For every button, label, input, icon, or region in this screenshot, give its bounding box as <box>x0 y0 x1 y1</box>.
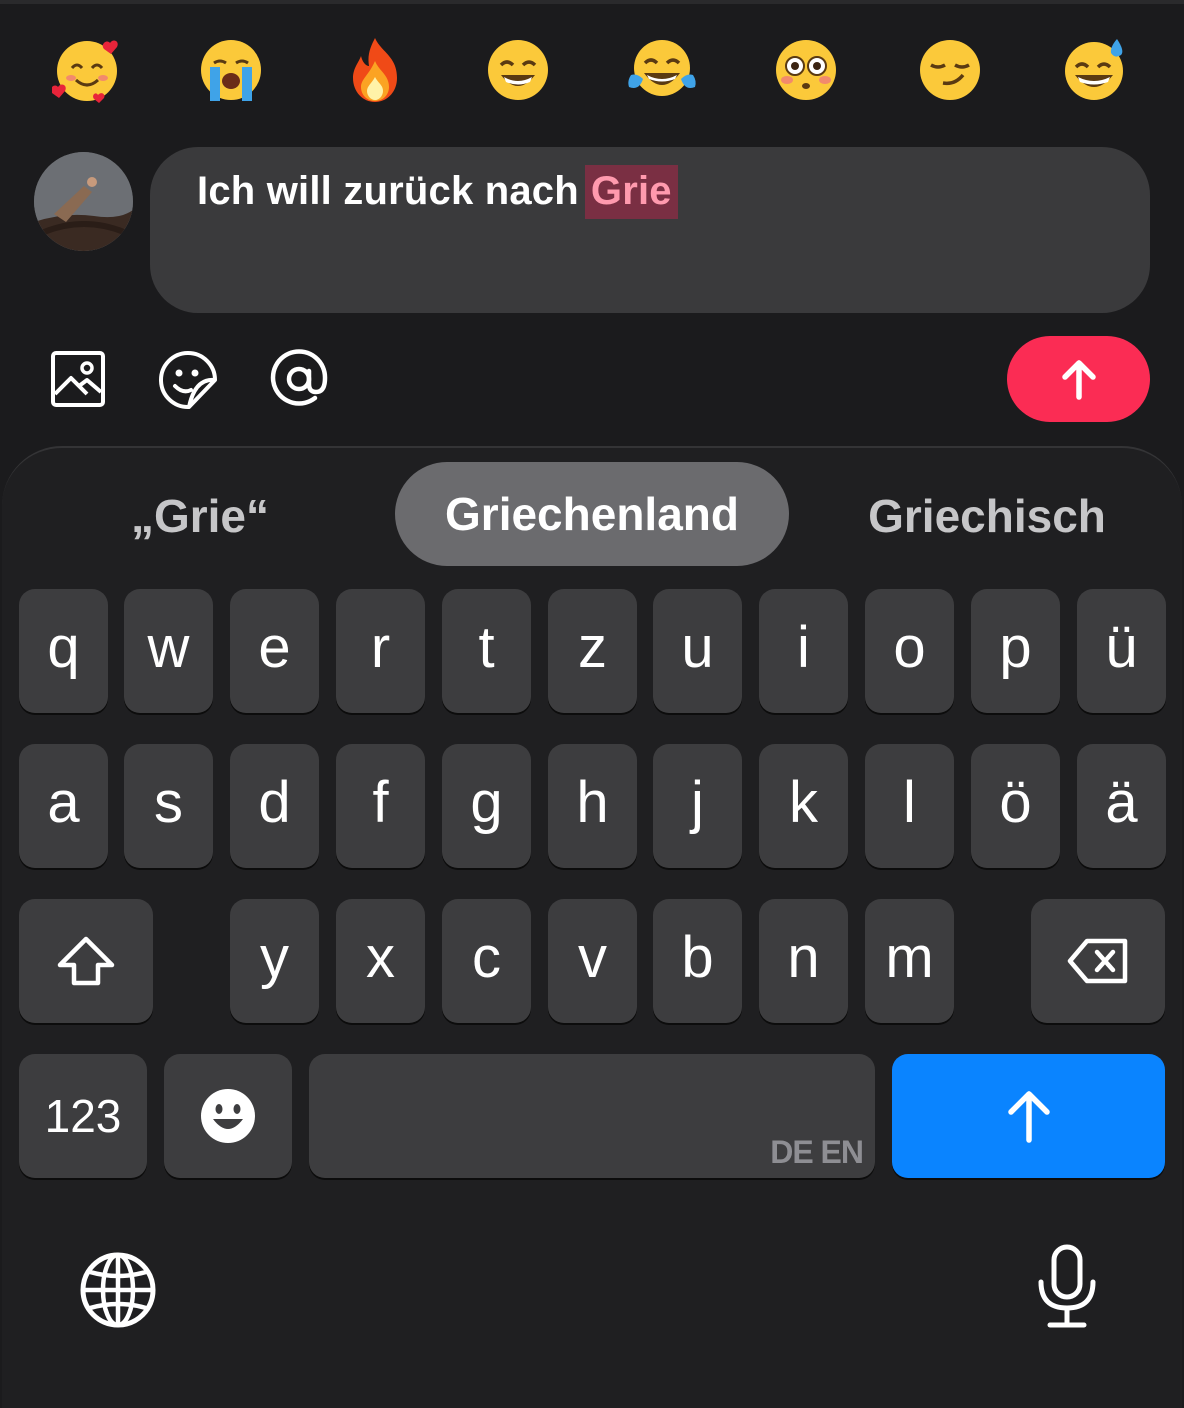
beaming-face-emoji-button[interactable] <box>473 30 563 110</box>
smiling-face-with-hearts-emoji-button[interactable] <box>42 30 132 110</box>
key-q[interactable]: q <box>19 589 108 713</box>
globe-icon[interactable] <box>78 1250 158 1330</box>
loudly-crying-face-icon <box>201 40 261 101</box>
smiling-face-with-hearts-icon <box>52 40 118 103</box>
key-w[interactable]: w <box>124 589 213 713</box>
face-with-tears-of-joy-icon <box>628 40 696 96</box>
suggestion-griechisch[interactable]: Griechisch <box>830 490 1144 542</box>
key-a-umlaut[interactable]: ä <box>1077 744 1166 868</box>
fire-icon <box>353 38 397 102</box>
at-mention-icon[interactable] <box>268 348 330 410</box>
comment-text: Ich will zurück nach Grie <box>197 165 678 219</box>
key-s[interactable]: s <box>124 744 213 868</box>
key-b[interactable]: b <box>653 899 742 1023</box>
emoji-bar <box>0 30 1184 110</box>
sticker-icon[interactable] <box>157 348 219 410</box>
image-icon[interactable] <box>47 348 109 410</box>
shift-icon <box>57 936 115 986</box>
key-u-umlaut[interactable]: ü <box>1077 589 1166 713</box>
key-a[interactable]: a <box>19 744 108 868</box>
key-o[interactable]: o <box>865 589 954 713</box>
numbers-key[interactable]: 123 <box>19 1054 147 1178</box>
key-g[interactable]: g <box>442 744 531 868</box>
key-f[interactable]: f <box>336 744 425 868</box>
beaming-face-icon <box>488 40 548 100</box>
comment-input[interactable]: Ich will zurück nach Grie <box>150 147 1150 313</box>
smirking-face-icon <box>920 40 980 100</box>
emoji-key[interactable] <box>164 1054 292 1178</box>
key-c[interactable]: c <box>442 899 531 1023</box>
key-j[interactable]: j <box>653 744 742 868</box>
backspace-key[interactable] <box>1031 899 1165 1023</box>
avatar-photo <box>34 152 133 251</box>
top-edge <box>0 0 1184 4</box>
language-indicator: DE EN <box>770 1134 864 1170</box>
key-d[interactable]: d <box>230 744 319 868</box>
flushed-face-icon <box>776 40 836 100</box>
key-h[interactable]: h <box>548 744 637 868</box>
key-p[interactable]: p <box>971 589 1060 713</box>
smirking-face-emoji-button[interactable] <box>905 30 995 110</box>
backspace-icon <box>1067 938 1128 984</box>
face-with-tears-of-joy-emoji-button[interactable] <box>617 30 707 110</box>
key-n[interactable]: n <box>759 899 848 1023</box>
key-v[interactable]: v <box>548 899 637 1023</box>
key-e[interactable]: e <box>230 589 319 713</box>
marked-text: Grie <box>584 165 678 219</box>
grinning-face-with-sweat-icon <box>1065 39 1123 100</box>
key-l[interactable]: l <box>865 744 954 868</box>
key-x[interactable]: x <box>336 899 425 1023</box>
key-u[interactable]: u <box>653 589 742 713</box>
key-y[interactable]: y <box>230 899 319 1023</box>
smiley-icon <box>201 1089 255 1143</box>
flushed-face-emoji-button[interactable] <box>761 30 851 110</box>
space-key[interactable]: DE EN <box>309 1054 875 1178</box>
key-t[interactable]: t <box>442 589 531 713</box>
arrow-up-icon <box>1061 360 1096 400</box>
shift-key[interactable] <box>19 899 153 1023</box>
microphone-icon[interactable] <box>1034 1244 1100 1330</box>
key-m[interactable]: m <box>865 899 954 1023</box>
return-key[interactable] <box>892 1054 1165 1178</box>
grinning-face-with-sweat-emoji-button[interactable] <box>1049 30 1139 110</box>
send-button[interactable] <box>1007 336 1150 422</box>
key-o-umlaut[interactable]: ö <box>971 744 1060 868</box>
key-r[interactable]: r <box>336 589 425 713</box>
loudly-crying-face-emoji-button[interactable] <box>186 30 276 110</box>
fire-emoji-button[interactable] <box>330 30 420 110</box>
arrow-up-icon <box>1007 1091 1050 1143</box>
key-i[interactable]: i <box>759 589 848 713</box>
typed-text: Ich will zurück nach <box>197 169 579 213</box>
suggestion-literal[interactable]: „Grie“ <box>60 490 340 542</box>
suggestion-griechenland[interactable]: Griechenland <box>395 462 789 566</box>
user-avatar <box>34 152 133 251</box>
key-z[interactable]: z <box>548 589 637 713</box>
key-k[interactable]: k <box>759 744 848 868</box>
